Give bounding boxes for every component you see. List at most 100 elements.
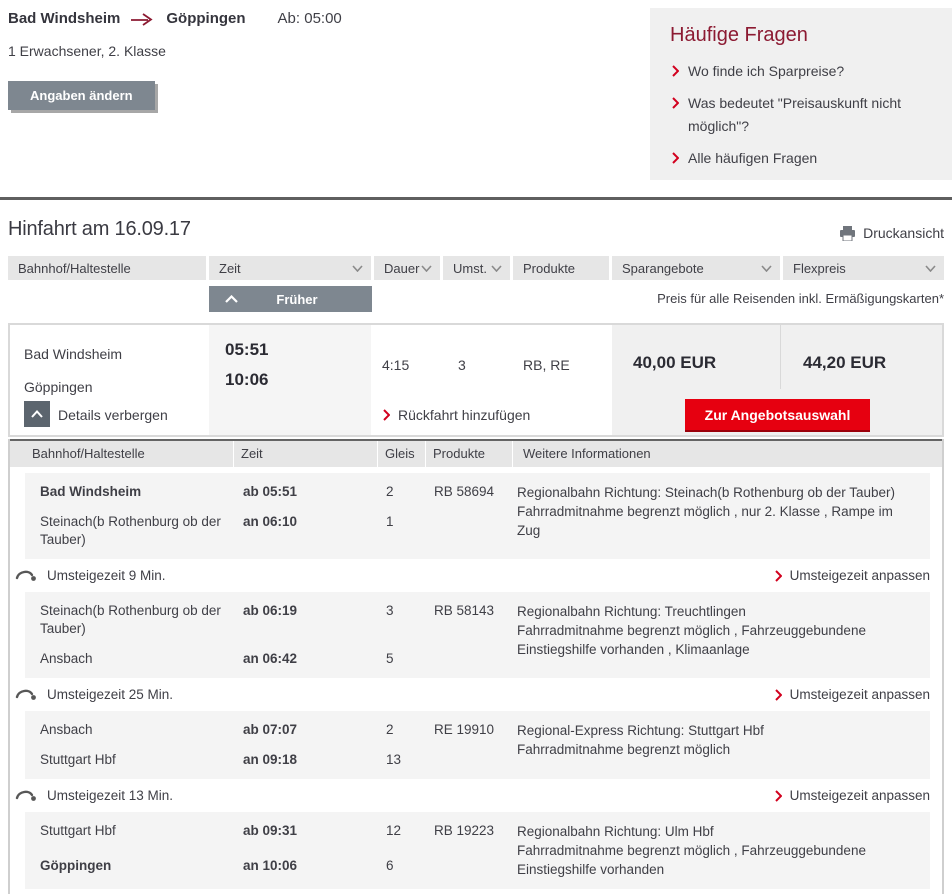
change-details-button[interactable]: Angaben ändern — [8, 81, 155, 110]
train-amenities: Fahrradmitnahme begrenzt möglich — [517, 742, 731, 757]
leg-train: RB 19223 — [434, 823, 495, 838]
col-info: Weitere Informationen — [513, 441, 942, 467]
offer-selection-button[interactable]: Zur Angebotsauswahl — [685, 399, 870, 430]
adjust-transfer-label: Umsteigezeit anpassen — [789, 788, 930, 803]
price-divider — [780, 325, 781, 389]
chevron-right-icon — [383, 409, 390, 421]
changes-count: 3 — [458, 357, 466, 373]
transfer-time-label: Umsteigezeit 13 Min. — [47, 788, 174, 803]
chevron-right-icon — [672, 97, 679, 109]
arrival-time: 10:06 — [225, 370, 269, 389]
chevron-right-icon — [774, 789, 782, 802]
leg-info: Regional-Express Richtung: Stuttgart Hbf… — [517, 721, 930, 769]
filter-dauer-dropdown[interactable]: Dauer — [374, 256, 440, 280]
train-direction: Regionalbahn Richtung: Steinach(b Rothen… — [517, 485, 896, 500]
filter-zeit-dropdown[interactable]: Zeit — [209, 256, 371, 280]
leg-to-station: Göppingen — [40, 857, 112, 873]
add-return-link[interactable]: Rückfahrt hinzufügen — [383, 407, 530, 423]
hide-details-label[interactable]: Details verbergen — [58, 407, 168, 423]
filter-sparangebote-dropdown[interactable]: Sparangebote — [612, 256, 780, 280]
section-divider — [0, 197, 952, 200]
filter-produkte: Produkte — [513, 256, 609, 280]
leg-arr-platform: 6 — [386, 857, 394, 873]
leg-to-station: Stuttgart Hbf — [40, 752, 116, 767]
faq-link-label: Wo finde ich Sparpreise? — [688, 63, 845, 79]
faq-link-alle-fragen[interactable]: Alle häufigen Fragen — [670, 147, 932, 170]
filter-label: Bahnhof/Haltestelle — [18, 260, 131, 276]
adjust-transfer-link[interactable]: Umsteigezeit anpassen — [774, 568, 930, 583]
leg-to-station: Steinach(b Rothenburg ob der Tauber) — [40, 514, 221, 547]
details-table-header: Bahnhof/Haltestelle Zeit Gleis Produkte … — [10, 439, 942, 467]
flex-price: 44,20 EUR — [803, 353, 887, 372]
chevron-right-icon — [774, 688, 782, 701]
filter-label: Flexpreis — [793, 260, 846, 276]
transfer-icon — [15, 789, 37, 802]
chevron-down-icon — [761, 264, 772, 272]
results-header: Hinfahrt am 16.09.17 Druckansicht — [8, 218, 944, 241]
transfer-icon — [15, 569, 37, 582]
faq-link-preisauskunft[interactable]: Was bedeutet "Preisauskunft nicht möglic… — [670, 92, 932, 138]
connection-from: Bad Windsheim — [24, 346, 123, 362]
leg-info: Regionalbahn Richtung: Steinach(b Rothen… — [517, 483, 930, 549]
leg-train: RB 58694 — [434, 484, 495, 499]
leg-train: RB 58143 — [434, 603, 495, 618]
transfer-row: Umsteigezeit 9 Min. Umsteigezeit anpasse… — [10, 565, 942, 586]
origin-station: Bad Windsheim — [8, 10, 121, 27]
train-amenities: Fahrradmitnahme begrenzt möglich , Fahrz… — [517, 623, 866, 657]
train-direction: Regional-Express Richtung: Stuttgart Hbf — [517, 723, 764, 738]
leg-dep-time: ab 06:19 — [243, 603, 298, 618]
transfer-row: Umsteigezeit 25 Min. Umsteigezeit anpass… — [10, 684, 942, 705]
col-time: Zeit — [234, 441, 377, 467]
transfer-row: Umsteigezeit 13 Min. Umsteigezeit anpass… — [10, 785, 942, 806]
departure-time-label: Ab: 05:00 — [277, 10, 342, 27]
transfer-icon — [15, 688, 37, 701]
faq-box: Häufige Fragen Wo finde ich Sparpreise? … — [650, 8, 952, 180]
chevron-right-icon — [672, 65, 679, 77]
leg-arr-platform: 1 — [386, 514, 394, 529]
earlier-connections-button[interactable]: Früher — [209, 286, 372, 312]
adjust-transfer-label: Umsteigezeit anpassen — [789, 687, 930, 702]
departure-time: 05:51 — [225, 340, 269, 359]
col-platform: Gleis — [378, 441, 425, 467]
leg-arr-platform: 13 — [386, 752, 402, 767]
leg-to-station: Ansbach — [40, 651, 93, 666]
leg-row: Steinach(b Rothenburg ob der Tauber) ab … — [25, 592, 930, 678]
adjust-transfer-link[interactable]: Umsteigezeit anpassen — [774, 687, 930, 702]
trip-summary-section: Bad Windsheim Göppingen Ab: 05:00 1 Erwa… — [0, 0, 952, 197]
destination-station: Göppingen — [166, 10, 246, 27]
connection-to: Göppingen — [24, 379, 93, 395]
add-return-label: Rückfahrt hinzufügen — [398, 407, 531, 423]
printer-icon — [839, 225, 856, 241]
transfer-time-label: Umsteigezeit 9 Min. — [47, 568, 166, 583]
print-view-label: Druckansicht — [863, 225, 944, 241]
leg-info: Regionalbahn Richtung: Ulm Hbf Fahrradmi… — [517, 822, 930, 879]
leg-from-station: Stuttgart Hbf — [40, 823, 116, 838]
page-title: Hinfahrt am 16.09.17 — [8, 218, 191, 240]
leg-dep-platform: 12 — [386, 823, 402, 838]
products: RB, RE — [523, 357, 570, 373]
chevron-down-icon — [491, 264, 502, 272]
leg-from-station: Ansbach — [40, 722, 93, 737]
filter-flexpreis-dropdown[interactable]: Flexpreis — [783, 256, 944, 280]
leg-from-station: Bad Windsheim — [40, 484, 142, 499]
controls-row: Früher Preis für alle Reisenden inkl. Er… — [8, 286, 944, 323]
leg-row: Ansbach ab 07:07 2 RE 19910 Regional-Exp… — [25, 711, 930, 779]
print-view-link[interactable]: Druckansicht — [839, 225, 944, 241]
earlier-button-label: Früher — [276, 291, 318, 307]
leg-arr-time: an 06:10 — [243, 514, 298, 529]
leg-dep-time: ab 05:51 — [243, 484, 298, 499]
train-amenities: Fahrradmitnahme begrenzt möglich , Fahrz… — [517, 843, 866, 877]
duration: 4:15 — [382, 357, 410, 373]
train-direction: Regionalbahn Richtung: Treuchtlingen — [517, 604, 746, 619]
hide-details-toggle[interactable] — [24, 401, 50, 427]
filter-label: Produkte — [523, 260, 576, 276]
filter-station: Bahnhof/Haltestelle — [8, 256, 206, 280]
filter-label: Umst. — [453, 260, 487, 276]
filter-label: Sparangebote — [622, 260, 704, 276]
leg-info: Regionalbahn Richtung: Treuchtlingen Fah… — [517, 602, 930, 668]
faq-link-sparpreise[interactable]: Wo finde ich Sparpreise? — [670, 60, 932, 83]
adjust-transfer-link[interactable]: Umsteigezeit anpassen — [774, 788, 930, 803]
connection-details: Bahnhof/Haltestelle Zeit Gleis Produkte … — [8, 439, 944, 894]
leg-dep-platform: 2 — [386, 722, 394, 737]
filter-umstiege-dropdown[interactable]: Umst. — [443, 256, 510, 280]
